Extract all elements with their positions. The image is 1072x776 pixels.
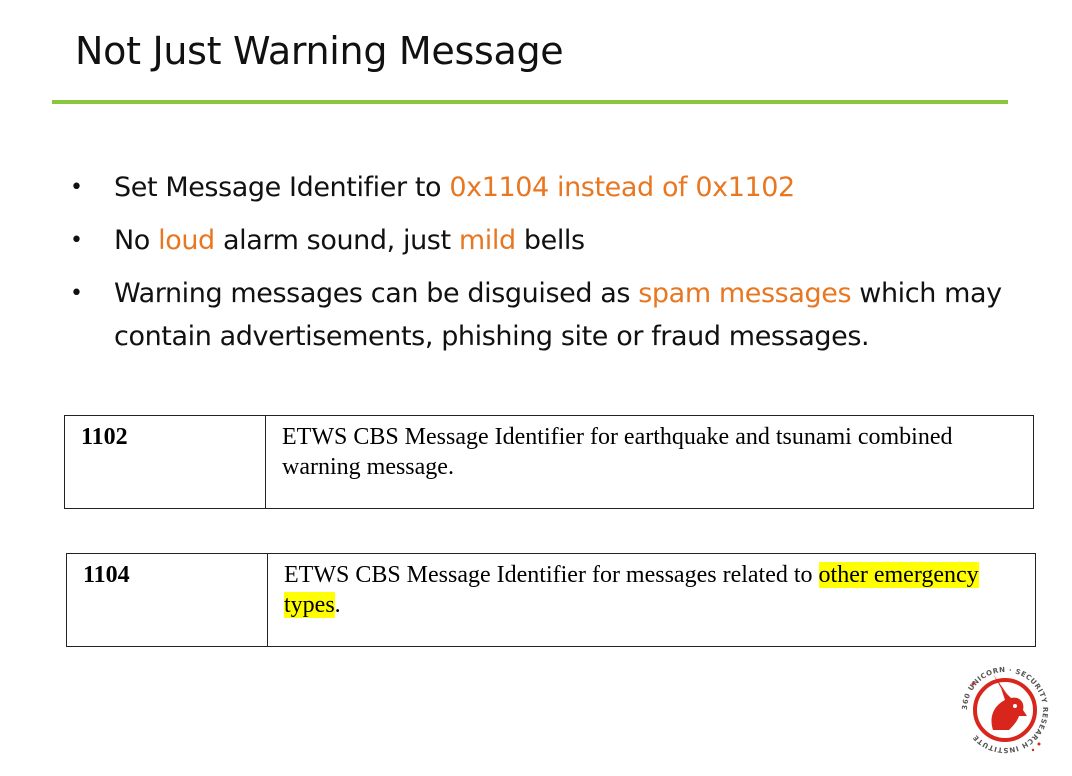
message-id-cell: 1104 xyxy=(66,553,268,647)
spec-table-1102: 1102 ETWS CBS Message Identifier for ear… xyxy=(64,415,1034,509)
bullet-text: Warning messages can be disguised as xyxy=(114,278,639,309)
bullet-dot-icon: • xyxy=(70,175,83,200)
bullet-dot-icon: • xyxy=(70,281,83,306)
unicorn-head-icon: 360 UNICORN · SECURITY RESEARCH INSTITUT… xyxy=(961,666,1048,754)
bullet-text: alarm sound, just xyxy=(214,225,459,256)
description-text: ETWS CBS Message Identifier for messages… xyxy=(284,562,819,588)
bullet-accent-text: loud xyxy=(158,225,215,256)
message-description-cell: ETWS CBS Message Identifier for earthqua… xyxy=(265,415,1034,509)
title-underline xyxy=(52,100,1008,104)
bullet-text: No xyxy=(114,225,159,256)
message-description-cell: ETWS CBS Message Identifier for messages… xyxy=(267,553,1036,647)
message-id-cell: 1102 xyxy=(64,415,266,509)
spec-table-1104: 1104 ETWS CBS Message Identifier for mes… xyxy=(66,553,1036,647)
bullet-accent-text: 0x1104 instead of 0x1102 xyxy=(449,172,795,203)
bullet-list: • Set Message Identifier to 0x1104 inste… xyxy=(70,166,1050,368)
table-row: 1102 ETWS CBS Message Identifier for ear… xyxy=(64,415,1034,509)
bullet-item: • No loud alarm sound, just mild bells xyxy=(70,219,1050,262)
bullet-dot-icon: • xyxy=(70,228,83,253)
table-row: 1104 ETWS CBS Message Identifier for mes… xyxy=(66,553,1036,647)
bullet-accent-text: spam messages xyxy=(638,278,852,309)
bullet-item: • Set Message Identifier to 0x1104 inste… xyxy=(70,166,1050,209)
slide-title: Not Just Warning Message xyxy=(75,29,564,73)
bullet-accent-text: mild xyxy=(458,225,516,256)
institute-logo: 360 UNICORN · SECURITY RESEARCH INSTITUT… xyxy=(955,660,1055,760)
description-end: . xyxy=(334,592,341,618)
bullet-item: • Warning messages can be disguised as s… xyxy=(70,272,1050,358)
bullet-text: bells xyxy=(515,225,585,256)
bullet-text: Set Message Identifier to xyxy=(114,172,450,203)
